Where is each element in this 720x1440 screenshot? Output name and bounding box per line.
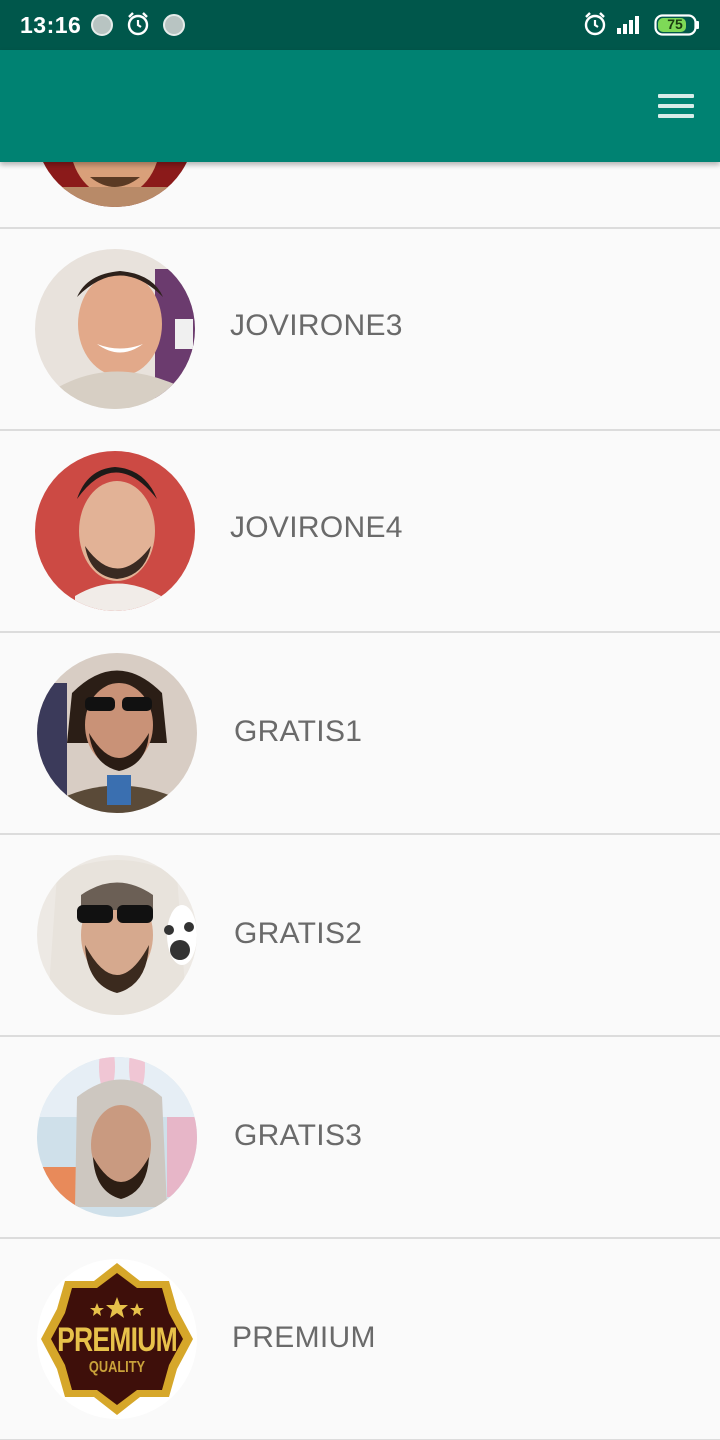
user-avatar [37, 653, 197, 813]
premium-badge: PREMIUM QUALITY [37, 1259, 197, 1419]
list-item[interactable]: GRATIS2 [0, 835, 720, 1037]
alarm-icon [127, 12, 149, 36]
notification-dot-icon [91, 14, 113, 36]
premium-badge-subtitle: QUALITY [88, 1359, 146, 1376]
list-item[interactable]: JOVIRONE3 [0, 229, 720, 431]
row-label: GRATIS1 [234, 715, 363, 748]
list-item[interactable]: GRATIS3 [0, 1037, 720, 1239]
list-item[interactable]: GRATIS1 [0, 633, 720, 835]
row-label: JOVIRONE4 [230, 511, 403, 544]
list-item[interactable] [0, 162, 720, 229]
user-avatar [37, 855, 197, 1015]
user-avatar [35, 162, 195, 207]
row-label: GRATIS2 [234, 917, 363, 950]
list-item[interactable]: JOVIRONE4 [0, 431, 720, 633]
battery-level: 75 [667, 16, 683, 32]
status-bar: 13:16 75 [0, 0, 720, 50]
list-item[interactable]: PREMIUM QUALITY PREMIUM [0, 1239, 720, 1440]
user-avatar [37, 1057, 197, 1217]
user-list[interactable]: JOVIRONE3 JOVIRONE4 GRATIS1 GRATIS2 GRAT… [0, 162, 720, 1440]
premium-badge-title: PREMIUM [57, 1321, 178, 1359]
status-time: 13:16 [20, 12, 82, 38]
row-label: GRATIS3 [234, 1119, 363, 1152]
row-label: PREMIUM [232, 1321, 376, 1354]
app-bar [0, 50, 720, 162]
signal-icon [617, 16, 639, 34]
user-avatar [35, 451, 195, 611]
notification-dot-icon [163, 14, 185, 36]
battery-icon: 75 [654, 14, 700, 36]
alarm-icon [584, 12, 606, 36]
hamburger-menu-icon[interactable] [650, 80, 702, 132]
user-avatar [35, 249, 195, 409]
row-label: JOVIRONE3 [230, 309, 403, 342]
